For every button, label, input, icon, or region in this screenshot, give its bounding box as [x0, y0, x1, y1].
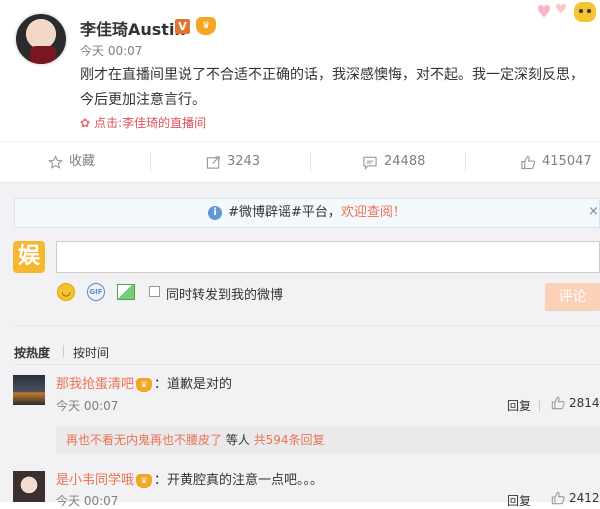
comment-like-button[interactable]: 2412 [551, 491, 600, 505]
comment-text: ：道歉是对的 [154, 377, 233, 392]
star-icon [48, 154, 63, 169]
comment-line: 是小韦同学哦 ♛ ：开黄腔真的注意一点吧。。。 [56, 469, 323, 488]
forward-button[interactable]: 3243 [206, 142, 260, 182]
divider [310, 152, 311, 172]
favorite-button[interactable]: 收藏 [48, 142, 95, 182]
divider [539, 400, 540, 412]
reply-button[interactable]: 回复 [507, 397, 531, 414]
divider [14, 325, 600, 326]
post-source-link[interactable]: ✿ 点击:李佳琦的直播间 [80, 114, 206, 131]
forward-count: 3243 [227, 154, 261, 169]
like-count: 415047 [542, 154, 592, 169]
composer-avatar: 娱 [13, 241, 45, 273]
sort-by-time-tab[interactable]: 按时间 [73, 344, 109, 361]
commenter-avatar[interactable] [13, 375, 45, 405]
comment-icon [363, 156, 377, 170]
favorite-label: 收藏 [69, 154, 96, 169]
comment-like-button[interactable]: 2814 [551, 396, 600, 410]
post-content: 刚才在直播间里说了不合适不正确的话，我深感懊悔，对不起。我一定深刻反思，今后更加… [80, 67, 584, 108]
post-timestamp[interactable]: 今天 00:07 [80, 42, 142, 59]
forward-checkbox[interactable] [149, 286, 160, 297]
heart-deco-icon [538, 2, 596, 22]
smiley-icon[interactable]: ◡ [57, 283, 75, 301]
comment-line: 那我抢蛋清吧 ♛ ：道歉是对的 [56, 373, 232, 392]
post-username[interactable]: 李佳琦Austin [80, 16, 186, 40]
comment-timestamp: 今天 00:07 [56, 494, 119, 508]
forward-checkbox-label[interactable]: 同时转发到我的微博 [166, 284, 283, 303]
sub-reply-summary: 再也不看无内鬼再也不腰皮了 等人 共594条回复 [56, 427, 600, 453]
sub-reply-suffix: 等人 [222, 433, 254, 447]
thumbs-up-icon [521, 155, 536, 169]
comment-like-count: 2412 [569, 491, 600, 505]
comment-like-count: 2814 [569, 396, 600, 410]
commenter-name[interactable]: 那我抢蛋清吧 [56, 377, 134, 392]
avatar[interactable] [14, 12, 68, 66]
divider [14, 364, 600, 365]
close-icon[interactable]: × [588, 204, 599, 219]
flower-icon: ✿ [80, 116, 91, 130]
info-icon: i [208, 205, 223, 220]
divider [63, 345, 64, 357]
action-bar: 收藏 3243 24488 415047 [0, 141, 600, 183]
sub-replier-name[interactable]: 再也不看无内鬼再也不腰皮了 [66, 433, 222, 447]
weibo-post: 李佳琦Austin V ♛ 今天 00:07 刚才在直播间里说了不合适不正确的话… [0, 0, 600, 183]
divider [465, 152, 466, 172]
divider [150, 152, 151, 172]
member-badge-icon: ♛ [136, 473, 153, 488]
sort-by-hot-tab[interactable]: 按热度 [14, 344, 50, 361]
notice-text: #微博辟谣#平台， [228, 205, 341, 220]
verified-badge-icon: V [175, 19, 190, 34]
picture-icon[interactable] [117, 284, 135, 300]
comment-area [0, 183, 600, 502]
gif-icon[interactable]: GIF [87, 283, 105, 301]
view-replies-link[interactable]: 共594条回复 [254, 433, 325, 447]
notice-banner: i #微博辟谣#平台，欢迎查阅！ [14, 198, 600, 228]
comment-count: 24488 [384, 154, 426, 169]
commenter-name[interactable]: 是小韦同学哦 [56, 473, 134, 488]
post-source-label: 点击:李佳琦的直播间 [94, 116, 207, 130]
reply-button[interactable]: 回复 [507, 492, 531, 509]
commenter-avatar[interactable] [13, 471, 45, 502]
thumbs-up-icon [551, 396, 565, 410]
member-badge-icon: ♛ [136, 377, 153, 392]
submit-comment-button[interactable]: 评论 [545, 283, 600, 311]
notice-link[interactable]: 欢迎查阅！ [341, 205, 406, 220]
member-badge-icon: ♛ [196, 17, 216, 35]
comment-input[interactable] [56, 241, 600, 273]
thumbs-up-icon [551, 491, 565, 505]
like-button[interactable]: 415047 [520, 142, 592, 182]
comment-button[interactable]: 24488 [362, 142, 425, 182]
forward-icon [206, 155, 220, 169]
comment-timestamp: 今天 00:07 [56, 399, 119, 413]
comment-text: ：开黄腔真的注意一点吧。。。 [154, 473, 324, 488]
